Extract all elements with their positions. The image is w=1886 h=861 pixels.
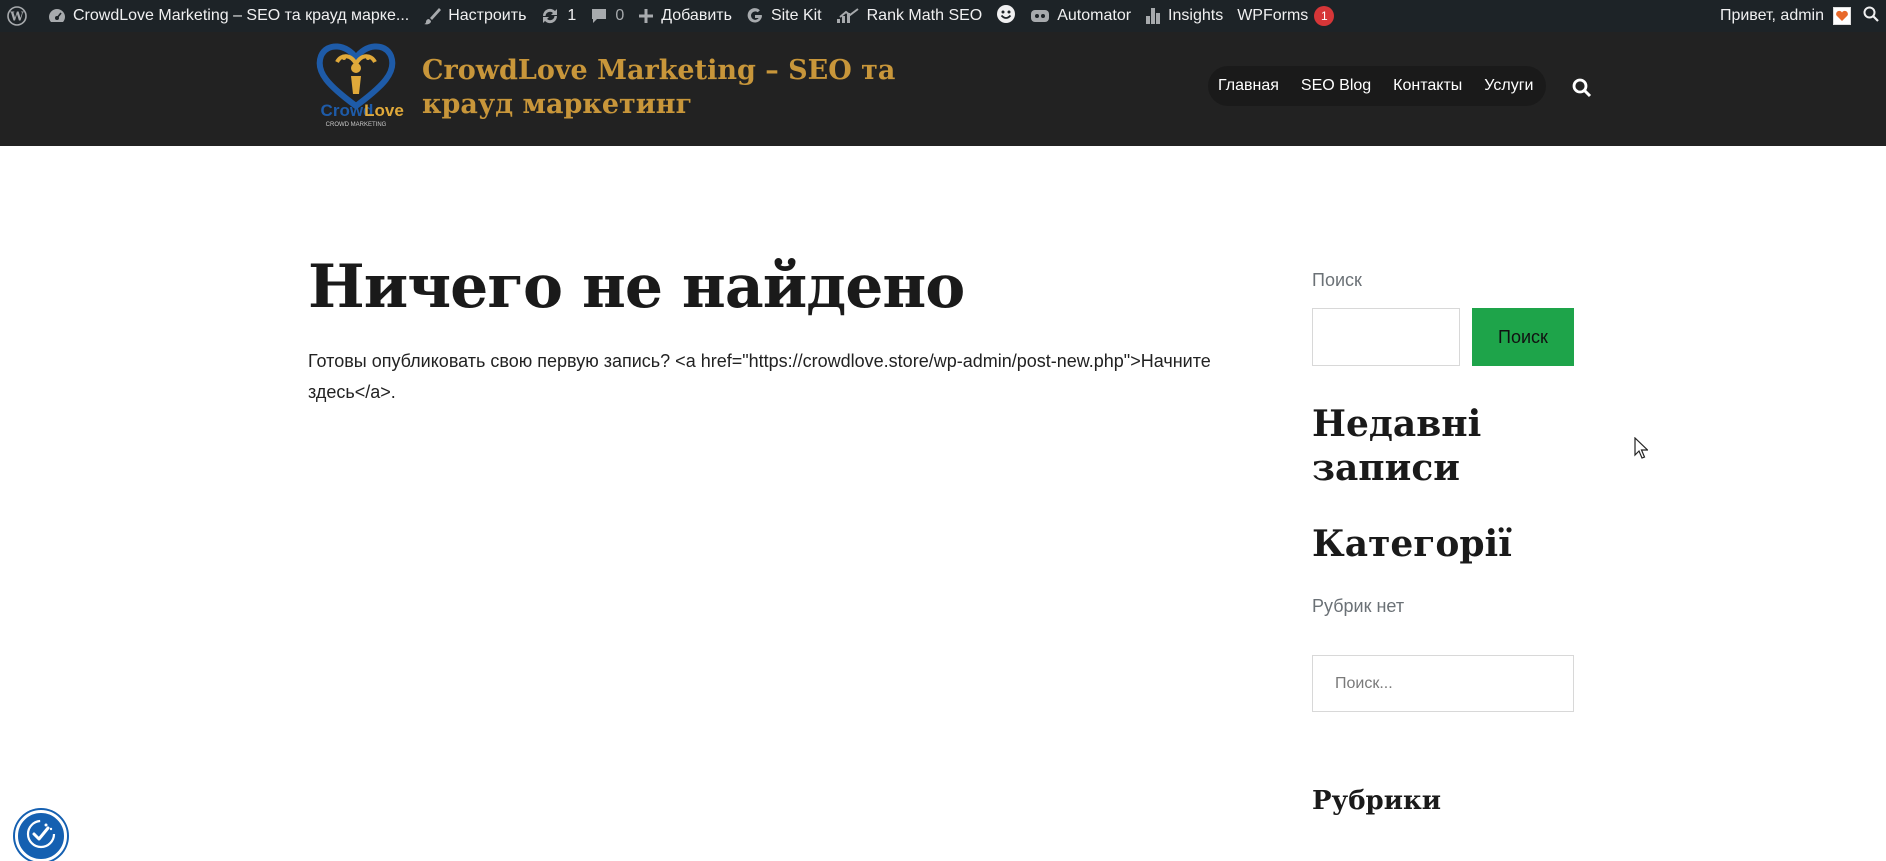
customize-label: Настроить bbox=[448, 7, 527, 24]
page-message: Готовы опубликовать свою первую запись? … bbox=[308, 351, 1211, 402]
categories-heading: Категорії bbox=[1312, 523, 1512, 565]
account-menu[interactable]: Привет, admin bbox=[1713, 0, 1859, 32]
accessibility-icon bbox=[24, 817, 58, 856]
site-name-menu[interactable]: CrowdLove Marketing – SEO та крауд марке… bbox=[41, 0, 416, 32]
sidebar-search-field-2[interactable]: Поиск... bbox=[1312, 655, 1574, 712]
rankmath-chart-icon bbox=[836, 8, 860, 24]
sidebar: Поиск Поиск Недавні записи Категорії Руб… bbox=[1312, 270, 1574, 816]
mouse-cursor-icon bbox=[1634, 436, 1649, 459]
rubrics-heading: Рубрики bbox=[1312, 786, 1442, 816]
nav-item-home[interactable]: Главная bbox=[1218, 77, 1279, 95]
main-navigation: Главная SEO Blog Контакты Услуги bbox=[1208, 66, 1546, 106]
dashboard-gauge-icon bbox=[48, 7, 66, 25]
updates-count: 1 bbox=[567, 7, 577, 24]
search-placeholder: Поиск... bbox=[1335, 674, 1393, 692]
new-content-label: Добавить bbox=[661, 7, 732, 24]
plus-icon bbox=[638, 8, 654, 24]
accessibility-widget-button[interactable] bbox=[15, 810, 67, 861]
comments-button[interactable]: 0 bbox=[583, 0, 631, 32]
nav-item-contacts[interactable]: Контакты bbox=[1393, 77, 1462, 95]
nav-item-seo-blog[interactable]: SEO Blog bbox=[1301, 77, 1371, 95]
avatar bbox=[1833, 7, 1851, 25]
new-content-button[interactable]: Добавить bbox=[631, 0, 739, 32]
sitekit-button[interactable]: Site Kit bbox=[739, 0, 829, 32]
search-icon bbox=[1863, 6, 1879, 27]
bar-chart-icon bbox=[1145, 7, 1161, 25]
paintbrush-icon bbox=[423, 7, 442, 25]
wpforms-notification-badge: 1 bbox=[1314, 6, 1335, 26]
logo-text-love: Love bbox=[364, 101, 404, 120]
search-icon bbox=[1572, 78, 1592, 102]
admin-bar: W CrowdLove Marketing – SEO та крауд мар… bbox=[0, 0, 1886, 32]
rankmath-button[interactable]: Rank Math SEO bbox=[829, 0, 990, 32]
sidebar-search-label: Поиск bbox=[1312, 270, 1362, 290]
wpforms-button[interactable]: WPForms 1 bbox=[1230, 0, 1341, 32]
automator-button[interactable]: Automator bbox=[1023, 0, 1138, 32]
insights-label: Insights bbox=[1168, 7, 1224, 24]
sidebar-search-button[interactable]: Поиск bbox=[1472, 308, 1574, 366]
smiley-icon bbox=[996, 4, 1016, 29]
automator-label: Automator bbox=[1057, 7, 1132, 24]
sidebar-search-form: Поиск bbox=[1312, 308, 1574, 366]
google-g-icon bbox=[746, 7, 764, 25]
header-search-toggle[interactable] bbox=[1572, 78, 1592, 98]
updates-button[interactable]: 1 bbox=[533, 0, 583, 32]
wpforms-label: WPForms bbox=[1237, 7, 1309, 24]
wp-logo-button[interactable]: W bbox=[0, 0, 41, 32]
robot-icon bbox=[1030, 8, 1050, 24]
smiley-plugin-button[interactable] bbox=[989, 0, 1023, 32]
sidebar-search-input[interactable] bbox=[1312, 308, 1460, 366]
recent-posts-heading: Недавні записи bbox=[1312, 403, 1482, 489]
rankmath-label: Rank Math SEO bbox=[866, 7, 983, 24]
site-header: Crowd Love CROWD MARKETING CrowdLove Mar… bbox=[0, 32, 1886, 146]
svg-text:W: W bbox=[9, 10, 24, 24]
nav-item-services[interactable]: Услуги bbox=[1484, 77, 1533, 95]
logo-subtext: CROWD MARKETING bbox=[326, 122, 387, 128]
refresh-icon bbox=[540, 7, 560, 25]
site-logo[interactable]: Crowd Love CROWD MARKETING bbox=[307, 42, 405, 128]
customize-button[interactable]: Настроить bbox=[416, 0, 533, 32]
wordpress-icon: W bbox=[7, 6, 27, 26]
admin-search-button[interactable] bbox=[1859, 0, 1886, 32]
comment-bubble-icon bbox=[590, 7, 608, 25]
site-name-label: CrowdLove Marketing – SEO та крауд марке… bbox=[73, 7, 410, 24]
greeting-label: Привет, admin bbox=[1719, 7, 1824, 24]
sitekit-label: Site Kit bbox=[770, 7, 822, 24]
page-title: Ничего не найдено bbox=[308, 252, 965, 322]
no-categories-text: Рубрик нет bbox=[1312, 596, 1405, 616]
site-title[interactable]: CrowdLove Marketing – SEO та крауд марке… bbox=[422, 54, 942, 122]
insights-button[interactable]: Insights bbox=[1138, 0, 1230, 32]
comments-count: 0 bbox=[615, 7, 625, 24]
